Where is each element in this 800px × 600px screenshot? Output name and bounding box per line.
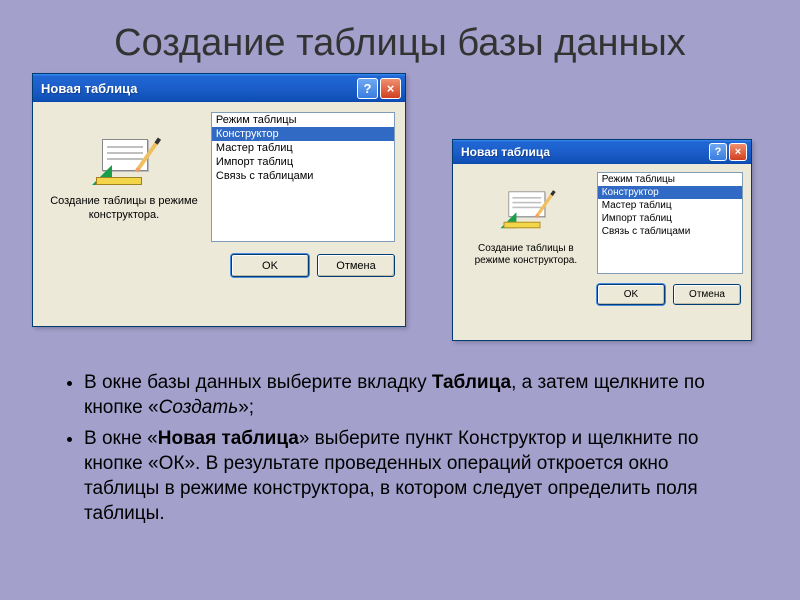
titlebar-buttons: ? × [709, 143, 747, 161]
text-fragment: »; [238, 397, 254, 418]
list-item[interactable]: Конструктор [212, 127, 394, 141]
text-bold: Таблица [432, 372, 511, 393]
list-item[interactable]: Мастер таблиц [598, 199, 742, 212]
titlebar: Новая таблица ? × [453, 140, 751, 164]
text-italic: Создать [159, 397, 239, 418]
design-view-icon [92, 137, 156, 185]
list-item[interactable]: Импорт таблиц [598, 212, 742, 225]
list-item[interactable]: Импорт таблиц [212, 155, 394, 169]
list-item[interactable]: Мастер таблиц [212, 141, 394, 155]
new-table-dialog-small: Новая таблица ? × Создание таблицы в реж… [452, 139, 752, 341]
help-icon[interactable]: ? [709, 143, 727, 161]
titlebar: Новая таблица ? × [33, 74, 405, 102]
design-view-icon [500, 189, 551, 227]
close-icon[interactable]: × [380, 78, 401, 99]
creation-mode-listbox[interactable]: Режим таблицыКонструкторМастер таблицИмп… [597, 172, 743, 274]
preview-caption: Создание таблицы в режиме конструктора. [461, 243, 591, 268]
help-icon[interactable]: ? [357, 78, 378, 99]
dialog-footer: OK Отмена [33, 248, 405, 287]
close-icon[interactable]: × [729, 143, 747, 161]
new-table-dialog-large: Новая таблица ? × Создание таблицы в реж… [32, 73, 406, 327]
list-item[interactable]: Режим таблицы [212, 113, 394, 127]
dialog-title: Новая таблица [41, 81, 357, 96]
preview-caption: Создание таблицы в режиме конструктора. [43, 195, 205, 223]
bullet-2: В окне «Новая таблица» выберите пункт Ко… [84, 426, 742, 526]
preview-pane: Создание таблицы в режиме конструктора. [43, 112, 205, 242]
list-item[interactable]: Режим таблицы [598, 173, 742, 186]
preview-pane: Создание таблицы в режиме конструктора. [461, 172, 591, 274]
slide-title: Создание таблицы базы данных [0, 0, 800, 73]
dialogs-container: Новая таблица ? × Создание таблицы в реж… [0, 73, 800, 363]
text-fragment: В окне базы данных выберите вкладку [84, 372, 432, 393]
list-item[interactable]: Связь с таблицами [598, 225, 742, 238]
creation-mode-listbox[interactable]: Режим таблицыКонструкторМастер таблицИмп… [211, 112, 395, 242]
dialog-body: Создание таблицы в режиме конструктора. … [453, 164, 751, 278]
list-item[interactable]: Связь с таблицами [212, 169, 394, 183]
ok-button[interactable]: OK [231, 254, 309, 277]
bullet-1: В окне базы данных выберите вкладку Табл… [84, 370, 742, 420]
dialog-body: Создание таблицы в режиме конструктора. … [33, 102, 405, 248]
dialog-title: Новая таблица [461, 145, 709, 159]
ok-button[interactable]: OK [597, 284, 665, 305]
cancel-button[interactable]: Отмена [317, 254, 395, 277]
instruction-text: В окне базы данных выберите вкладку Табл… [62, 370, 742, 532]
text-bold: Новая таблица [158, 428, 299, 449]
cancel-button[interactable]: Отмена [673, 284, 741, 305]
titlebar-buttons: ? × [357, 78, 401, 99]
dialog-footer: OK Отмена [453, 278, 751, 315]
text-fragment: В окне « [84, 428, 158, 449]
list-item[interactable]: Конструктор [598, 186, 742, 199]
